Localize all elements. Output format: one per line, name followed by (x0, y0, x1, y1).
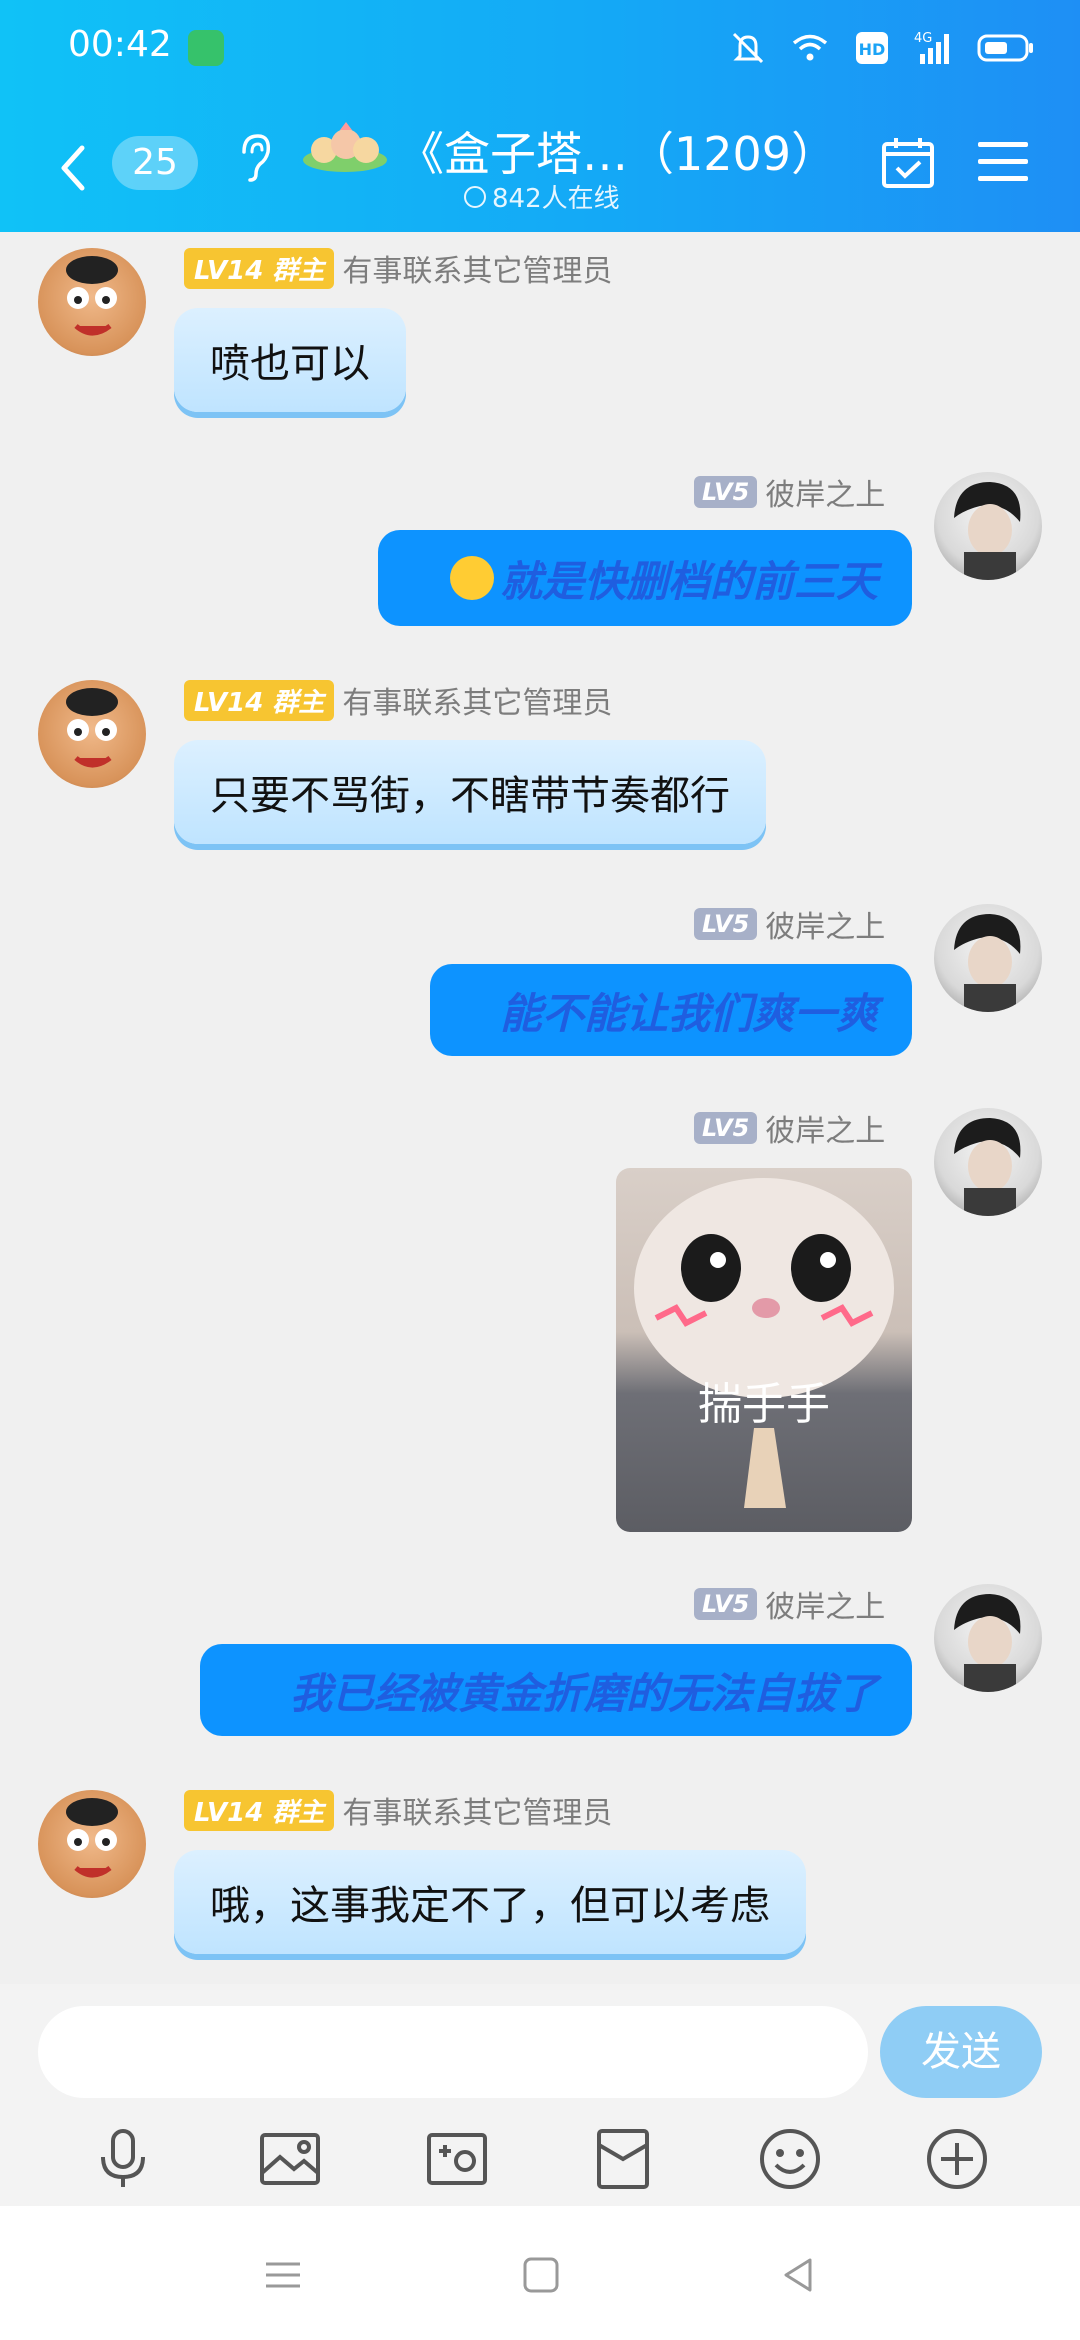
recent-apps-icon[interactable] (258, 2250, 308, 2300)
message-bubble[interactable]: 就是快删档的前三天 (378, 530, 912, 626)
owner-badge: LV14 群主 (184, 679, 335, 721)
app-notification-icon (188, 30, 224, 66)
sticker-image[interactable]: 揣手手 (616, 1168, 912, 1532)
message-meta: LV5 彼岸之上 (694, 902, 885, 946)
menu-icon[interactable] (978, 140, 1028, 184)
system-nav-bar (0, 2206, 1080, 2340)
message-meta: LV14 群主 有事联系其它管理员 (184, 246, 612, 290)
group-avatar[interactable] (300, 120, 390, 174)
message-text: 我已经被黄金折磨的无法自拔了 (289, 1668, 878, 1718)
message-meta: LV14 群主 有事联系其它管理员 (184, 1788, 612, 1832)
message-meta: LV5 彼岸之上 (694, 1582, 885, 1626)
sender-name[interactable]: 有事联系其它管理员 (342, 678, 612, 722)
unread-count-badge[interactable]: 25 (112, 136, 198, 190)
level-badge: LV5 (694, 908, 758, 940)
angry-emoji-icon (449, 556, 494, 600)
online-count: 842人在线 (464, 178, 620, 215)
signal-4g-icon: 4G (914, 28, 954, 68)
message-bubble[interactable]: 只要不骂街，不瞎带节奏都行 (174, 740, 766, 844)
avatar[interactable] (934, 1584, 1042, 1692)
owner-badge: LV14 群主 (184, 1789, 335, 1831)
battery-icon (976, 28, 1036, 68)
svg-text:HD: HD (859, 40, 886, 59)
microphone-icon[interactable] (88, 2124, 158, 2194)
online-text: 842人在线 (492, 184, 620, 214)
sender-name[interactable]: 彼岸之上 (765, 902, 885, 946)
status-time: 00:42 (68, 24, 172, 65)
sender-name[interactable]: 有事联系其它管理员 (342, 1788, 612, 1832)
message-bubble[interactable]: 哦，这事我定不了，但可以考虑 (174, 1850, 806, 1954)
sender-name[interactable]: 彼岸之上 (765, 1106, 885, 1150)
ear-mode-icon[interactable] (234, 130, 274, 186)
sender-name[interactable]: 彼岸之上 (765, 1582, 885, 1626)
avatar[interactable] (934, 472, 1042, 580)
message-bubble[interactable]: 我已经被黄金折磨的无法自拔了 (200, 1644, 912, 1736)
level-badge: LV5 (694, 476, 758, 508)
avatar[interactable] (934, 904, 1042, 1012)
chevron-circle-icon (464, 185, 486, 208)
chat-header: 00:42 HD 4G 25 《盒子塔…（1209） 842人在线 (0, 0, 1080, 232)
status-icons: HD 4G (728, 28, 1036, 68)
chat-nav-row: 25 《盒子塔…（1209） 842人在线 (0, 108, 1080, 228)
emoji-icon[interactable] (755, 2124, 825, 2194)
message-meta: LV5 彼岸之上 (694, 1106, 885, 1150)
level-badge: LV5 (694, 1112, 758, 1144)
message-text: 就是快删档的前三天 (499, 556, 878, 606)
camera-icon[interactable] (422, 2124, 492, 2194)
message-bubble[interactable]: 喷也可以 (174, 308, 406, 412)
avatar[interactable] (934, 1108, 1042, 1216)
sender-name[interactable]: 有事联系其它管理员 (342, 246, 612, 290)
group-title[interactable]: 《盒子塔…（1209） (398, 118, 837, 184)
avatar[interactable] (38, 1790, 146, 1898)
avatar[interactable] (38, 248, 146, 356)
mute-icon (728, 28, 768, 68)
input-bar: 发送 (0, 1984, 1080, 2206)
message-meta: LV5 彼岸之上 (694, 470, 885, 514)
message-text: 能不能让我们爽一爽 (499, 988, 878, 1038)
image-icon[interactable] (255, 2124, 325, 2194)
message-input[interactable] (38, 2006, 868, 2098)
wifi-icon (790, 28, 830, 68)
level-badge: LV5 (694, 1588, 758, 1620)
svg-text:4G: 4G (914, 31, 932, 46)
plus-icon[interactable] (922, 2124, 992, 2194)
message-bubble[interactable]: 能不能让我们爽一爽 (430, 964, 912, 1056)
owner-badge: LV14 群主 (184, 247, 335, 289)
toolbar (0, 2114, 1080, 2204)
status-bar: 00:42 HD 4G (0, 0, 1080, 96)
back-nav-icon[interactable] (774, 2250, 824, 2300)
calendar-check-icon[interactable] (880, 134, 936, 190)
back-icon[interactable] (54, 138, 94, 198)
red-envelope-icon[interactable] (588, 2124, 658, 2194)
send-button[interactable]: 发送 (880, 2006, 1042, 2098)
sticker-caption: 揣手手 (698, 1379, 830, 1430)
message-meta: LV14 群主 有事联系其它管理员 (184, 678, 612, 722)
sender-name[interactable]: 彼岸之上 (765, 470, 885, 514)
avatar[interactable] (38, 680, 146, 788)
hd-icon: HD (852, 28, 892, 68)
home-icon[interactable] (516, 2250, 566, 2300)
